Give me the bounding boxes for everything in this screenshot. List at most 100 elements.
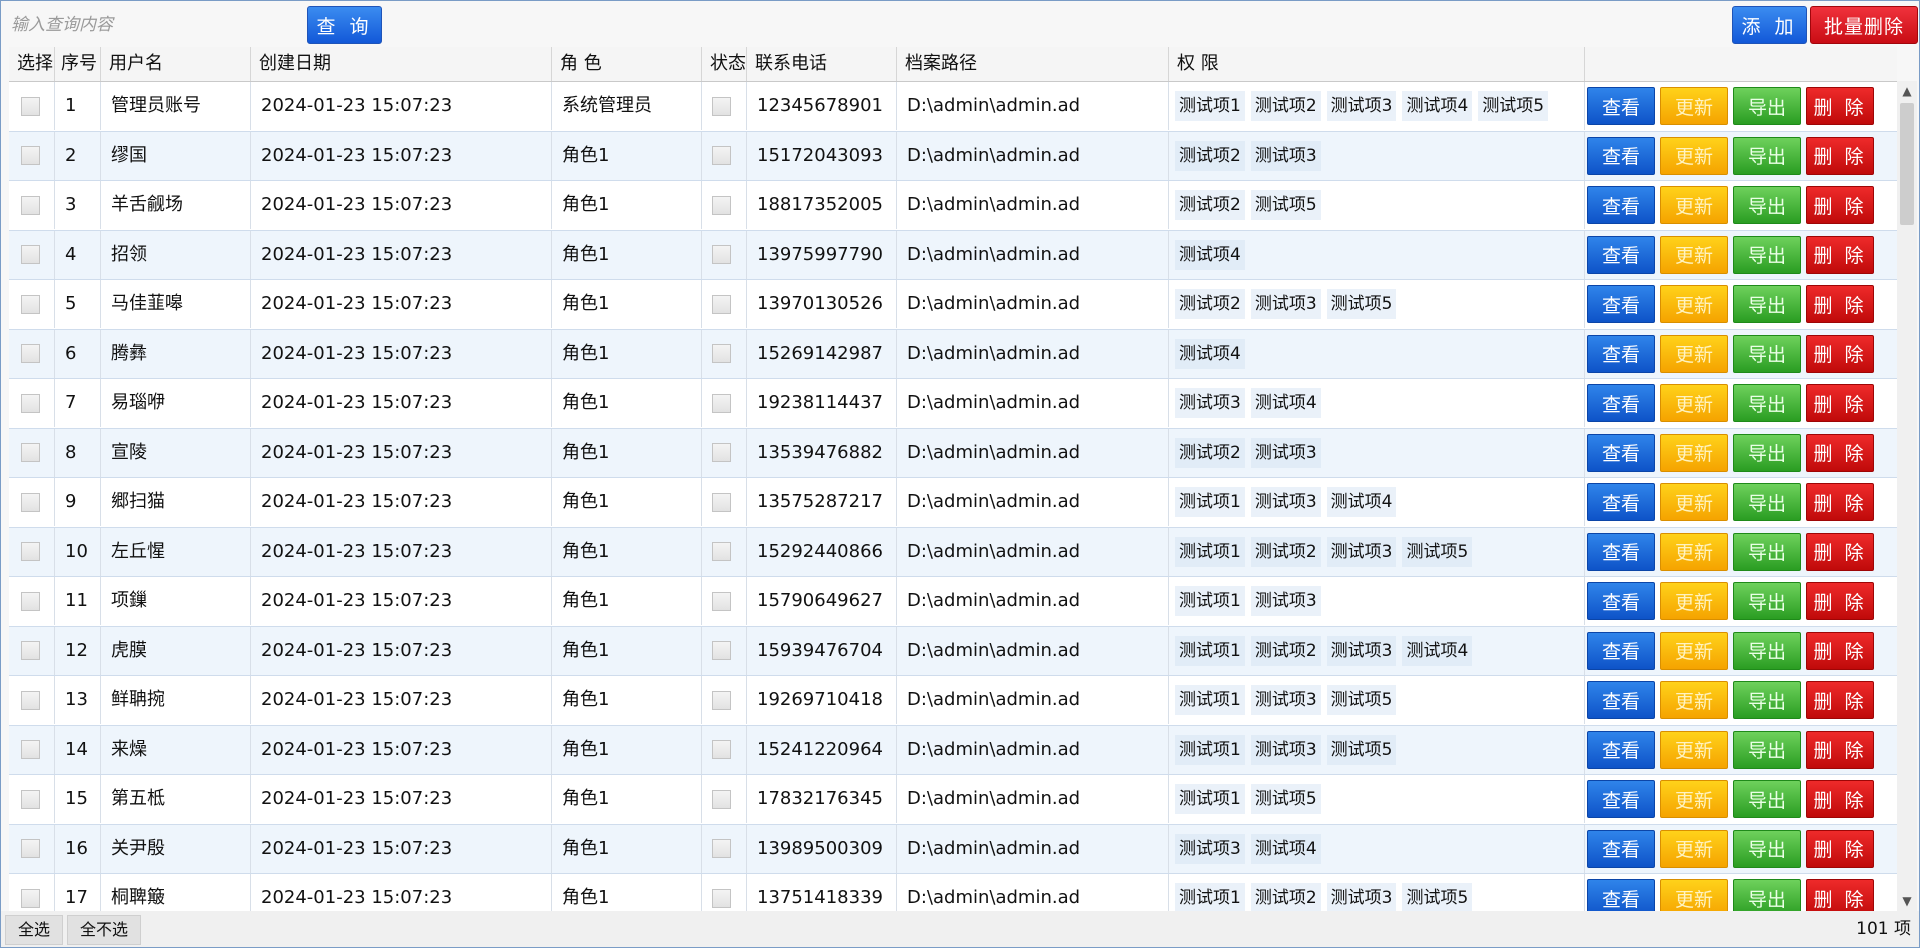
delete-button[interactable]: 删 除 [1806, 384, 1874, 422]
table-row[interactable]: 5 马佳韮嗥 2024-01-23 15:07:23 角色1 13970130526 D:… [9, 280, 1897, 330]
export-button[interactable]: 导出 [1733, 483, 1801, 521]
table-row[interactable]: 17 桐聛簸 2024-01-23 15:07:23 角色1 13751418339 D:… [9, 874, 1897, 911]
table-row[interactable]: 13 鲜聃捥 2024-01-23 15:07:23 角色1 19269710418 D:… [9, 676, 1897, 726]
search-input[interactable] [5, 7, 295, 43]
view-button[interactable]: 查看 [1587, 829, 1655, 868]
row-status-checkbox[interactable] [712, 591, 731, 611]
row-status-checkbox[interactable] [712, 542, 731, 561]
table-row[interactable]: 10 左丘惺 2024-01-23 15:07:23 角色1 15292440866 D:… [9, 527, 1897, 577]
update-button[interactable]: 更新 [1660, 384, 1728, 422]
export-button[interactable]: 导出 [1733, 87, 1801, 125]
table-row[interactable]: 14 来燥 2024-01-23 15:07:23 角色1 15241220964 D:\… [9, 725, 1897, 775]
delete-button[interactable]: 删 除 [1806, 87, 1874, 125]
scroll-up-arrow-icon[interactable]: ▲ [1897, 81, 1917, 101]
row-status-checkbox[interactable] [712, 839, 731, 858]
export-button[interactable]: 导出 [1733, 829, 1801, 868]
row-status-checkbox[interactable] [712, 393, 731, 413]
delete-button[interactable]: 删 除 [1806, 235, 1874, 274]
row-select-checkbox[interactable] [21, 740, 40, 759]
row-status-checkbox[interactable] [712, 195, 731, 215]
view-button[interactable]: 查看 [1587, 681, 1655, 719]
scrollbar-thumb[interactable] [1900, 103, 1914, 225]
select-none-button[interactable]: 全不选 [67, 915, 142, 945]
row-status-checkbox[interactable] [712, 789, 731, 809]
header-username[interactable]: 用户名 [101, 47, 251, 81]
delete-button[interactable]: 删 除 [1806, 433, 1874, 472]
delete-button[interactable]: 删 除 [1806, 532, 1874, 571]
header-permissions[interactable]: 权 限 [1169, 47, 1585, 81]
delete-button[interactable]: 删 除 [1806, 730, 1874, 769]
export-button[interactable]: 导出 [1733, 730, 1801, 769]
update-button[interactable]: 更新 [1660, 780, 1728, 818]
view-button[interactable]: 查看 [1587, 631, 1655, 670]
row-select-checkbox[interactable] [21, 195, 40, 215]
row-select-checkbox[interactable] [21, 839, 40, 858]
header-created[interactable]: 创建日期 [251, 47, 552, 81]
table-row[interactable]: 7 易瑙咿 2024-01-23 15:07:23 角色1 19238114437 D:\… [9, 379, 1897, 429]
row-status-checkbox[interactable] [712, 96, 731, 116]
header-phone[interactable]: 联系电话 [747, 47, 897, 81]
table-row[interactable]: 16 关尹殷 2024-01-23 15:07:23 角色1 13989500309 D:… [9, 824, 1897, 874]
row-status-checkbox[interactable] [712, 641, 731, 660]
delete-button[interactable]: 删 除 [1806, 136, 1874, 175]
header-role[interactable]: 角 色 [552, 47, 702, 81]
header-status[interactable]: 状态 [702, 47, 747, 81]
table-row[interactable]: 11 项鏁 2024-01-23 15:07:23 角色1 15790649627 D:\… [9, 577, 1897, 627]
view-button[interactable]: 查看 [1587, 87, 1655, 125]
update-button[interactable]: 更新 [1660, 483, 1728, 521]
table-row[interactable]: 6 腾彝 2024-01-23 15:07:23 角色1 15269142987 D:\a… [9, 329, 1897, 379]
vertical-scrollbar[interactable]: ▲ ▼ [1897, 81, 1917, 911]
row-status-checkbox[interactable] [712, 443, 731, 462]
export-button[interactable]: 导出 [1733, 582, 1801, 620]
view-button[interactable]: 查看 [1587, 285, 1655, 323]
table-row[interactable]: 3 羊舌觎场 2024-01-23 15:07:23 角色1 18817352005 D:… [9, 181, 1897, 231]
table-row[interactable]: 12 虎膜 2024-01-23 15:07:23 角色1 15939476704 D:\… [9, 626, 1897, 676]
update-button[interactable]: 更新 [1660, 829, 1728, 868]
row-status-checkbox[interactable] [712, 146, 731, 165]
table-row[interactable]: 8 宣陵 2024-01-23 15:07:23 角色1 13539476882 D:\a… [9, 428, 1897, 478]
update-button[interactable]: 更新 [1660, 879, 1728, 911]
row-select-checkbox[interactable] [21, 245, 40, 264]
export-button[interactable]: 导出 [1733, 879, 1801, 911]
row-status-checkbox[interactable] [712, 888, 731, 908]
delete-button[interactable]: 删 除 [1806, 334, 1874, 373]
row-status-checkbox[interactable] [712, 344, 731, 363]
view-button[interactable]: 查看 [1587, 334, 1655, 373]
update-button[interactable]: 更新 [1660, 186, 1728, 224]
delete-button[interactable]: 删 除 [1806, 829, 1874, 868]
delete-button[interactable]: 删 除 [1806, 285, 1874, 323]
row-select-checkbox[interactable] [21, 492, 40, 512]
view-button[interactable]: 查看 [1587, 879, 1655, 911]
delete-button[interactable]: 删 除 [1806, 681, 1874, 719]
update-button[interactable]: 更新 [1660, 235, 1728, 274]
table-row[interactable]: 15 第五柢 2024-01-23 15:07:23 角色1 17832176345 D:… [9, 775, 1897, 825]
export-button[interactable]: 导出 [1733, 384, 1801, 422]
row-status-checkbox[interactable] [712, 245, 731, 264]
row-select-checkbox[interactable] [21, 294, 40, 314]
row-select-checkbox[interactable] [21, 542, 40, 561]
header-select[interactable]: 选择 [9, 47, 55, 81]
header-path[interactable]: 档案路径 [897, 47, 1169, 81]
header-no[interactable]: 序号 [55, 47, 101, 81]
update-button[interactable]: 更新 [1660, 730, 1728, 769]
scroll-down-arrow-icon[interactable]: ▼ [1897, 891, 1917, 911]
view-button[interactable]: 查看 [1587, 532, 1655, 571]
export-button[interactable]: 导出 [1733, 136, 1801, 175]
view-button[interactable]: 查看 [1587, 483, 1655, 521]
export-button[interactable]: 导出 [1733, 235, 1801, 274]
add-button[interactable]: 添 加 [1732, 6, 1807, 44]
table-row[interactable]: 2 缪国 2024-01-23 15:07:23 角色1 15172043093 D:\a… [9, 131, 1897, 181]
row-select-checkbox[interactable] [21, 690, 40, 710]
export-button[interactable]: 导出 [1733, 780, 1801, 818]
row-status-checkbox[interactable] [712, 740, 731, 759]
view-button[interactable]: 查看 [1587, 433, 1655, 472]
table-row[interactable]: 4 招领 2024-01-23 15:07:23 角色1 13975997790 D:\a… [9, 230, 1897, 280]
update-button[interactable]: 更新 [1660, 136, 1728, 175]
export-button[interactable]: 导出 [1733, 285, 1801, 323]
update-button[interactable]: 更新 [1660, 87, 1728, 125]
view-button[interactable]: 查看 [1587, 235, 1655, 274]
row-select-checkbox[interactable] [21, 789, 40, 809]
export-button[interactable]: 导出 [1733, 186, 1801, 224]
view-button[interactable]: 查看 [1587, 384, 1655, 422]
row-select-checkbox[interactable] [21, 443, 40, 462]
